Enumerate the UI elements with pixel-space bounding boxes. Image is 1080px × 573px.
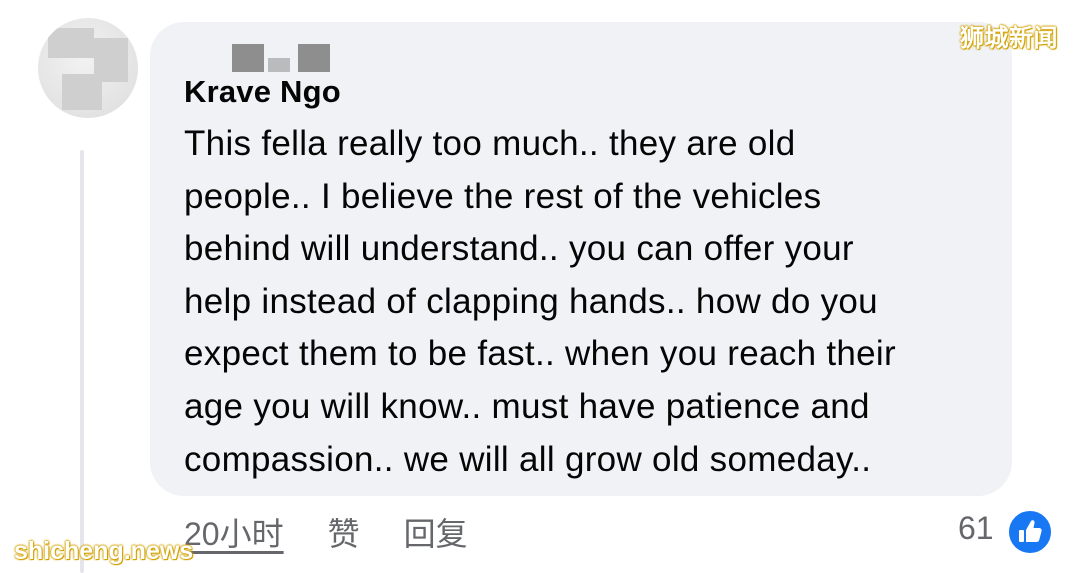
watermark-top: 狮城新闻 [960, 25, 1058, 52]
thread-line [80, 150, 84, 573]
comment-actions: 20小时 赞 回复 [184, 510, 468, 554]
redaction-block [232, 44, 264, 72]
redaction-block [298, 44, 330, 72]
like-button[interactable]: 赞 [328, 509, 360, 555]
reply-button[interactable]: 回复 [404, 509, 468, 555]
comment-line: help instead of clapping hands.. how do … [184, 281, 878, 321]
watermark-bottom: shicheng.news [14, 537, 194, 565]
avatar[interactable] [38, 18, 138, 118]
comment-line: people.. I believe the rest of the vehic… [184, 176, 822, 216]
comment-line: compassion.. we will all grow old someda… [184, 439, 872, 479]
comment-author[interactable]: Krave Ngo [184, 74, 341, 110]
comment-line: This fella really too much.. they are ol… [184, 124, 796, 163]
comment-text: This fella really too much.. they are ol… [184, 118, 1004, 486]
reaction-count[interactable]: 61 [958, 510, 994, 547]
comment-line: age you will know.. must have patience a… [184, 386, 870, 426]
comment-line: behind will understand.. you can offer y… [184, 229, 854, 269]
comment-line: expect them to be fast.. when you reach … [184, 334, 896, 374]
thumbs-up-icon[interactable] [1006, 508, 1054, 556]
redaction-block [268, 58, 290, 72]
timestamp-link[interactable]: 20小时 [184, 509, 284, 555]
